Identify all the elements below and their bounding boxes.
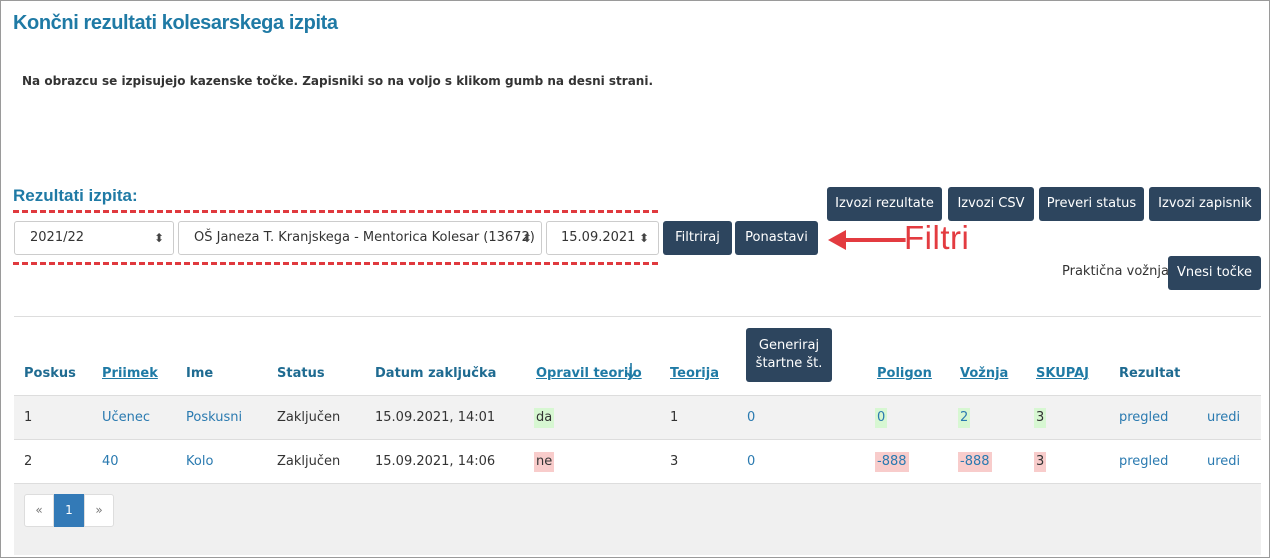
filter-button[interactable]: Filtriraj [663, 221, 732, 255]
polygon-value-link[interactable]: 0 [875, 408, 888, 428]
total-badge: 3 [1034, 452, 1047, 472]
page-title: Končni rezultati kolesarskega izpita [13, 12, 338, 34]
annotation-dashed-line-bottom [13, 262, 658, 265]
cell-polygon: 0 [875, 396, 888, 440]
polygon-value-link[interactable]: -888 [875, 452, 909, 472]
cell-theory: 3 [670, 454, 679, 469]
cell-finished: 15.09.2021, 14:06 [375, 454, 496, 469]
practical-driving-label: Praktična vožnja: [1062, 264, 1174, 279]
arrow-down-icon [626, 363, 636, 380]
cell-start-number-link[interactable]: 0 [747, 396, 755, 440]
school-select[interactable]: OŠ Janeza T. Kranjskega - Mentorica Kole… [178, 221, 542, 255]
cell-driving: 2 [958, 396, 971, 440]
date-select[interactable]: 15.09.2021 ⬍ [546, 221, 659, 255]
select-arrows-icon: ⬍ [521, 231, 532, 245]
select-arrows-icon: ⬍ [638, 231, 649, 245]
enter-points-button[interactable]: Vnesi točke [1168, 256, 1261, 290]
cell-finished: 15.09.2021, 14:01 [375, 410, 496, 425]
cell-total: 3 [1034, 396, 1047, 440]
passed-badge: da [534, 408, 555, 428]
cell-theory: 1 [670, 410, 679, 425]
header-total-sort[interactable]: SKUPAJ [1036, 366, 1089, 381]
edit-link[interactable]: uredi [1207, 440, 1240, 484]
cell-surname-link[interactable]: Učenec [102, 396, 150, 440]
check-status-button[interactable]: Preveri status [1039, 187, 1144, 221]
table-row: 2 40 Kolo Zaključen 15.09.2021, 14:06 ne… [14, 439, 1261, 483]
cell-surname-link[interactable]: 40 [102, 440, 119, 484]
year-select[interactable]: 2021/22 ⬍ [14, 221, 174, 255]
select-arrows-icon: ⬍ [153, 231, 164, 245]
cell-name-link[interactable]: Poskusni [186, 396, 242, 440]
header-surname-sort[interactable]: Priimek [102, 366, 158, 381]
export-csv-button[interactable]: Izvozi CSV [948, 187, 1034, 221]
annotation-arrow-icon [828, 230, 910, 250]
pagination-page-button[interactable]: 1 [54, 494, 84, 527]
driving-value-link[interactable]: -888 [958, 452, 992, 472]
section-title: Rezultati izpita: [13, 186, 138, 205]
cell-attempt: 1 [24, 410, 33, 425]
failed-badge: ne [534, 452, 555, 472]
cell-driving: -888 [958, 440, 992, 484]
total-badge: 3 [1034, 408, 1047, 428]
cell-passed-theory: ne [534, 440, 555, 484]
annotation-label: Filtri [904, 219, 970, 256]
export-results-button[interactable]: Izvozi rezultate [827, 187, 942, 221]
cell-status: Zaključen [277, 454, 341, 469]
pagination-bar [14, 483, 1261, 555]
reset-button[interactable]: Ponastavi [735, 221, 818, 255]
annotation-dashed-line-top [13, 210, 658, 213]
pagination-prev-button[interactable]: « [24, 494, 54, 527]
cell-passed-theory: da [534, 396, 555, 440]
intro-text: Na obrazcu se izpisujejo kazenske točke.… [22, 74, 654, 88]
header-attempt: Poskus [24, 366, 76, 381]
cell-total: 3 [1034, 440, 1047, 484]
edit-link[interactable]: uredi [1207, 396, 1240, 440]
header-driving-sort[interactable]: Vožnja [960, 366, 1008, 381]
cell-polygon: -888 [875, 440, 909, 484]
date-select-value: 15.09.2021 [561, 230, 636, 245]
view-link[interactable]: pregled [1119, 440, 1168, 484]
generate-start-numbers-button[interactable]: Generiraj štartne št. [746, 328, 832, 382]
cell-attempt: 2 [24, 454, 33, 469]
school-select-value: OŠ Janeza T. Kranjskega - Mentorica Kole… [194, 230, 535, 245]
pagination-next-button[interactable]: » [84, 494, 114, 527]
header-theory-sort[interactable]: Teorija [670, 366, 719, 381]
divider [14, 316, 1261, 317]
view-link[interactable]: pregled [1119, 396, 1168, 440]
driving-value-link[interactable]: 2 [958, 408, 971, 428]
header-polygon-sort[interactable]: Poligon [877, 366, 932, 381]
cell-start-number-link[interactable]: 0 [747, 440, 755, 484]
export-record-button[interactable]: Izvozi zapisnik [1149, 187, 1261, 221]
header-result: Rezultat [1119, 366, 1181, 381]
cell-name-link[interactable]: Kolo [186, 440, 213, 484]
header-name: Ime [186, 366, 214, 381]
year-select-value: 2021/22 [30, 230, 85, 245]
table-row: 1 Učenec Poskusni Zaključen 15.09.2021, … [14, 395, 1261, 439]
header-finished: Datum zaključka [375, 366, 497, 381]
header-status: Status [277, 366, 325, 381]
cell-status: Zaključen [277, 410, 341, 425]
